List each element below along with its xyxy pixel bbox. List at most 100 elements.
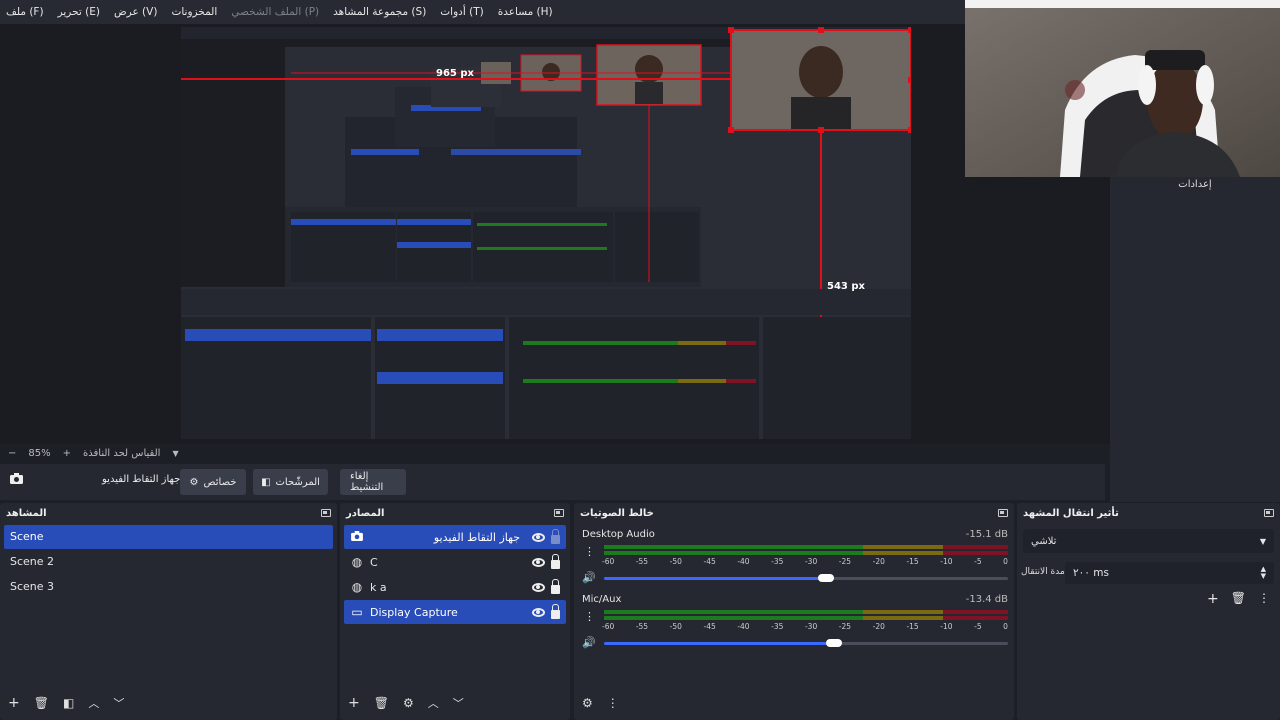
volume-knob[interactable] <box>826 639 842 647</box>
zoom-value[interactable]: 85% <box>28 448 50 459</box>
right-side-panel <box>1110 177 1280 502</box>
preview-canvas[interactable]: 965 px 543 px <box>181 27 911 439</box>
filter-icon: ◧ <box>261 476 271 488</box>
menu-item-tools[interactable]: أدوات (T) <box>440 6 483 18</box>
meter-tick-label: -30 <box>804 557 818 566</box>
kebab-icon[interactable]: ⋮ <box>1258 591 1270 607</box>
meter-tick-label: -5 <box>974 622 982 631</box>
filters-button[interactable]: ◧ المرشّحات <box>253 469 328 495</box>
scenes-dock: المشاهد Scene Scene 2 Scene 3 + 🗑 ◧ ︿ ﹀ <box>0 503 337 720</box>
spin-arrows-icon[interactable]: ▲ ▼ <box>1261 566 1266 580</box>
meter-ticks: -60 -55 -50 -45 -40 -35 -30 -25 -20 -15 -10 -5 0 <box>602 622 1008 631</box>
volume-slider[interactable] <box>604 577 826 580</box>
menu-item-view[interactable]: عرض (V) <box>114 6 157 18</box>
eye-icon[interactable] <box>532 532 545 542</box>
scenes-dock-header: المشاهد <box>0 503 337 523</box>
menu-item-scene-collection[interactable]: مجموعة المشاهد (S) <box>333 6 426 18</box>
sources-footer: + 🗑 ⚙ ︿ ﹀ <box>344 690 566 716</box>
trash-icon[interactable]: 🗑 <box>374 696 389 710</box>
source-item-video-capture[interactable]: جهاز التقاط الفيديو <box>344 525 566 549</box>
scene-item-scene-2[interactable]: Scene 2 <box>4 550 333 574</box>
volume-slider[interactable] <box>604 642 834 645</box>
zoom-fit-label[interactable]: القياس لحد النافذة <box>83 448 160 459</box>
source-item-display-capture[interactable]: ▭ Display Capture <box>344 600 566 624</box>
kebab-icon[interactable]: ⋮ <box>607 696 619 710</box>
sources-title: المصادر <box>346 507 385 519</box>
transition-select[interactable]: تلاشي ▼ <box>1023 529 1274 553</box>
menu-item-file[interactable]: ملف (F) <box>6 6 44 18</box>
chevron-up-icon[interactable]: ︿ <box>428 695 439 711</box>
scene-item-scene[interactable]: Scene <box>4 525 333 549</box>
properties-label: خصائص <box>203 476 237 488</box>
popout-icon[interactable] <box>321 509 331 517</box>
eye-icon[interactable] <box>532 557 545 567</box>
menu-item-edit[interactable]: تحرير (E) <box>58 6 100 18</box>
speaker-icon[interactable]: 🔊 <box>582 571 596 584</box>
source-toolbar: جهاز التقاط الفيديو ⚙ خصائص ◧ المرشّحات … <box>0 464 1105 500</box>
trash-icon[interactable]: 🗑 <box>34 696 49 710</box>
menu-item-profile[interactable]: الملف الشخصي (P) <box>231 6 319 18</box>
popout-icon[interactable] <box>998 509 1008 517</box>
volume-knob[interactable] <box>818 574 834 582</box>
channel-name: Mic/Aux <box>582 594 622 605</box>
zoom-out-button[interactable]: − <box>8 448 16 459</box>
meter-tick-label: -10 <box>940 622 953 631</box>
popout-icon[interactable] <box>554 509 564 517</box>
webcam-feed <box>965 0 1280 177</box>
chevron-down-icon[interactable]: ﹀ <box>113 695 124 711</box>
monitor-icon: ▭ <box>351 605 363 619</box>
duration-value: ٢٠٠ ms <box>1073 567 1109 579</box>
sources-dock: المصادر جهاز التقاط الفيديو ◍ C ◍ k a ▭ … <box>340 503 570 720</box>
chevron-up-icon[interactable]: ︿ <box>88 695 99 711</box>
kebab-icon[interactable]: ⋮ <box>584 610 595 623</box>
volume-slider-rest <box>834 642 1008 645</box>
meter-tick-label: -25 <box>838 557 852 566</box>
mixer-title: خالط الصوتيات <box>580 507 654 519</box>
properties-button[interactable]: ⚙ خصائص <box>180 469 246 495</box>
lock-icon[interactable] <box>551 528 560 544</box>
mixer-channel-mic: Mic/Aux -13.4 dB ⋮ -60 -55 -50 -45 -40 -35 -30… <box>582 594 1008 656</box>
scenes-footer: + 🗑 ◧ ︿ ﹀ <box>4 690 333 716</box>
menu-item-help[interactable]: مساعدة (H) <box>498 6 553 18</box>
add-icon[interactable]: + <box>1207 591 1219 607</box>
eye-icon[interactable] <box>532 607 545 617</box>
add-icon[interactable]: + <box>8 695 20 711</box>
scene-item-scene-3[interactable]: Scene 3 <box>4 575 333 599</box>
channel-db: -15.1 dB <box>965 529 1008 540</box>
lock-icon[interactable] <box>551 578 560 594</box>
meter-tick-label: -20 <box>872 622 885 631</box>
volume-slider-rest <box>826 577 1008 580</box>
source-item-ka[interactable]: ◍ k a <box>344 575 566 599</box>
meter-tick-label: -15 <box>906 557 919 566</box>
kebab-icon[interactable]: ⋮ <box>584 545 595 558</box>
trash-icon[interactable]: 🗑 <box>1231 591 1246 607</box>
zoom-in-button[interactable]: + <box>63 448 71 459</box>
deactivate-label: إلغاء التنشيط <box>350 471 384 493</box>
active-source-name: جهاز التقاط الفيديو <box>102 474 181 485</box>
menu-item-docks[interactable]: المخزونات <box>171 6 217 18</box>
eye-icon[interactable] <box>532 582 545 592</box>
lock-icon[interactable] <box>551 553 560 569</box>
deactivate-button[interactable]: إلغاء التنشيط <box>340 469 406 495</box>
speaker-icon[interactable]: 🔊 <box>582 636 596 649</box>
meter-tick-label: -5 <box>974 557 982 566</box>
meter-tick-label: -30 <box>804 622 818 631</box>
add-icon[interactable]: + <box>348 695 360 711</box>
transition-selected: تلاشي <box>1031 535 1057 547</box>
meter-tick-label: -55 <box>635 622 649 631</box>
menu-bar: ملف (F) تحرير (E) عرض (V) المخزونات المل… <box>0 0 965 24</box>
meter-ticks: -60 -55 -50 -45 -40 -35 -30 -25 -20 -15 -10 -5 0 <box>602 557 1008 566</box>
filter-icon[interactable]: ◧ <box>63 696 74 710</box>
chevron-down-icon[interactable]: ﹀ <box>453 695 464 711</box>
meter-tick-label: -40 <box>737 622 750 631</box>
meter-tick-label: -50 <box>669 622 682 631</box>
duration-spinbox[interactable]: ٢٠٠ ms ▲ ▼ <box>1065 562 1274 584</box>
popout-icon[interactable] <box>1264 509 1274 517</box>
source-item-c[interactable]: ◍ C <box>344 550 566 574</box>
lock-icon[interactable] <box>551 603 560 619</box>
transition-actions: + 🗑 ⋮ <box>1207 591 1270 607</box>
zoom-dropdown-icon[interactable]: ▼ <box>172 449 178 458</box>
source-name: k a <box>370 580 387 594</box>
gear-icon[interactable]: ⚙ <box>582 696 593 710</box>
gear-icon[interactable]: ⚙ <box>403 696 414 710</box>
